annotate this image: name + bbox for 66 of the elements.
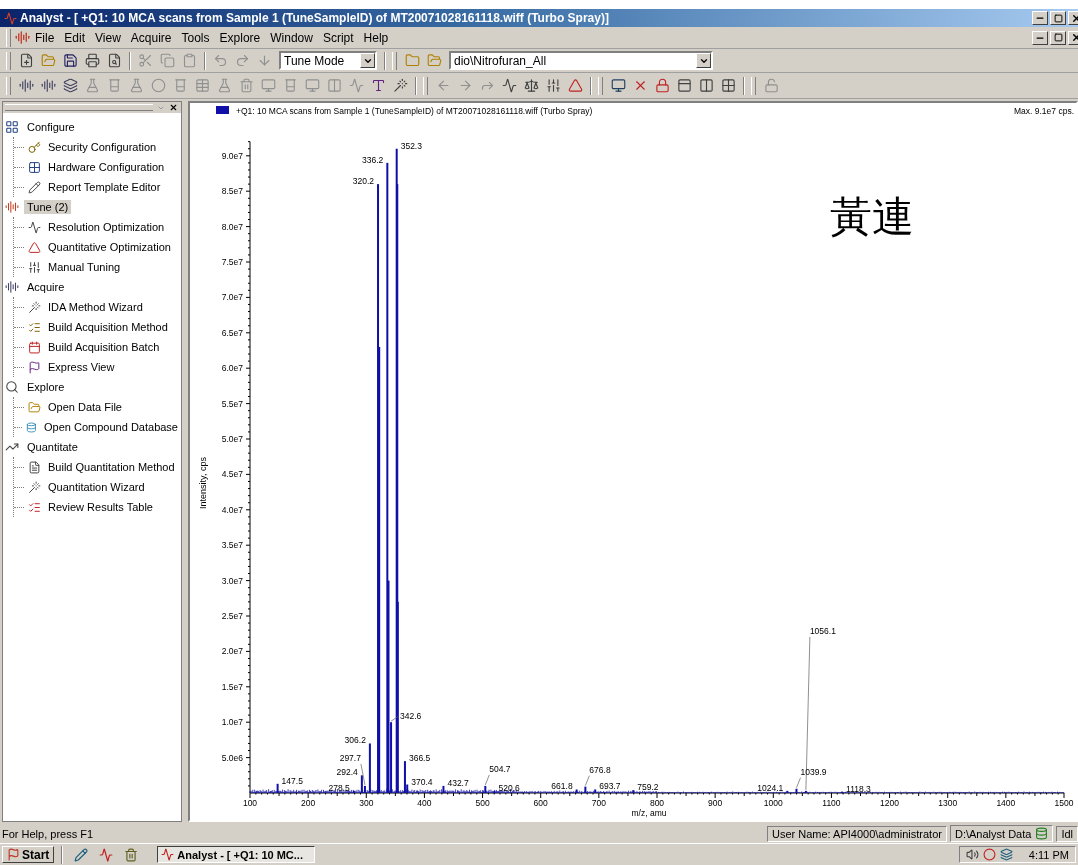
y-tick-label: 6.5e7: [221, 327, 243, 338]
user-name-pane: User Name: API4000\administrator: [767, 825, 947, 842]
max-intensity-label: Max. 9.1e7 cps.: [1014, 106, 1074, 116]
y-tick-label: 5.5e7: [221, 398, 243, 409]
peak-label: 432.7: [447, 777, 469, 788]
data-path-text: D:\Analyst Data: [954, 827, 1032, 840]
peak-label: 1056.1: [809, 625, 836, 636]
y-tick-label: 8.5e7: [221, 186, 243, 197]
peak-label: 661.8: [551, 781, 573, 792]
x-tick-label: 1200: [880, 798, 900, 808]
peak-label: 147.5: [281, 775, 303, 786]
x-tick-label: 300: [359, 798, 374, 808]
x-tick-label: 1000: [763, 798, 783, 808]
x-tick-label: 100: [242, 798, 258, 808]
y-tick-label: 1.0e7: [221, 717, 243, 728]
x-tick-label: 400: [417, 798, 432, 808]
peak-label: 352.3: [400, 140, 422, 151]
y-tick-label: 8.0e7: [221, 221, 243, 232]
peak-label: 336.2: [362, 154, 384, 165]
y-tick-label: 2.0e7: [221, 646, 243, 657]
peak-label: 1024.1: [757, 782, 784, 793]
peak-label: 342.6: [400, 711, 422, 722]
window-title: Analyst - [ +Q1: 10 MCA scans from Sample 1 (TuneSampleID) of MT20071028161118.wiff (Turbo Spray)]: [20, 11, 610, 25]
y-tick-label: 5.0e6: [221, 752, 243, 763]
peak-label: 1118.3: [846, 783, 871, 794]
y-tick-label: 6.0e7: [221, 363, 243, 374]
y-tick-label: 4.0e7: [221, 504, 243, 515]
x-tick-label: 1300: [938, 798, 958, 808]
y-tick-label: 7.5e7: [221, 257, 243, 267]
peak-label: 370.4: [411, 776, 433, 787]
peak-label: 306.2: [344, 735, 366, 746]
y-tick-label: 3.5e7: [221, 540, 243, 551]
y-tick-label: 7.0e7: [221, 292, 243, 303]
y-axis-title: Intensity, cps: [198, 457, 208, 509]
x-tick-label: 600: [533, 798, 548, 808]
status-state-pane: Idl: [1056, 825, 1078, 842]
status-help-text: For Help, press F1: [2, 827, 95, 840]
y-tick-label: 5.0e7: [221, 434, 243, 444]
peak-label: 504.7: [489, 763, 511, 774]
x-tick-label: 800: [649, 798, 665, 808]
clock: 4:11 PM: [1028, 848, 1069, 861]
peak-label: 292.4: [336, 767, 358, 778]
x-tick-label: 1400: [996, 798, 1016, 808]
x-axis-title: m/z, amu: [631, 808, 667, 818]
x-tick-label: 200: [301, 798, 316, 808]
y-tick-label: 4.5e7: [221, 469, 243, 480]
y-tick-label: 9.0e7: [221, 150, 243, 161]
y-tick-label: 2.5e7: [221, 611, 243, 621]
peak-label: 366.5: [408, 753, 431, 764]
peak-label: 320.2: [352, 176, 375, 187]
x-tick-label: 1500: [1054, 798, 1074, 808]
x-tick-label: 500: [475, 798, 490, 808]
peak-label: 520.6: [498, 782, 520, 793]
peak-label: 278.5: [328, 782, 350, 793]
peak-label: 676.8: [589, 764, 611, 775]
y-tick-label: 1.5e7: [221, 681, 243, 692]
peak-label: 1039.9: [800, 766, 827, 777]
peak-label: 693.7: [599, 781, 621, 792]
x-tick-label: 700: [591, 798, 606, 808]
chart-title: +Q1: 10 MCA scans from Sample 1 (TuneSampleID) of MT20071028161118.wiff (Turbo Spray): [236, 106, 593, 116]
peak-label: 297.7: [339, 752, 361, 763]
x-tick-label: 900: [708, 798, 723, 808]
overlay-label: 黃連: [830, 192, 914, 241]
x-tick-label: 1100: [822, 798, 841, 808]
y-tick-label: 3.0e7: [221, 575, 243, 586]
peak-label: 759.2: [637, 782, 659, 793]
